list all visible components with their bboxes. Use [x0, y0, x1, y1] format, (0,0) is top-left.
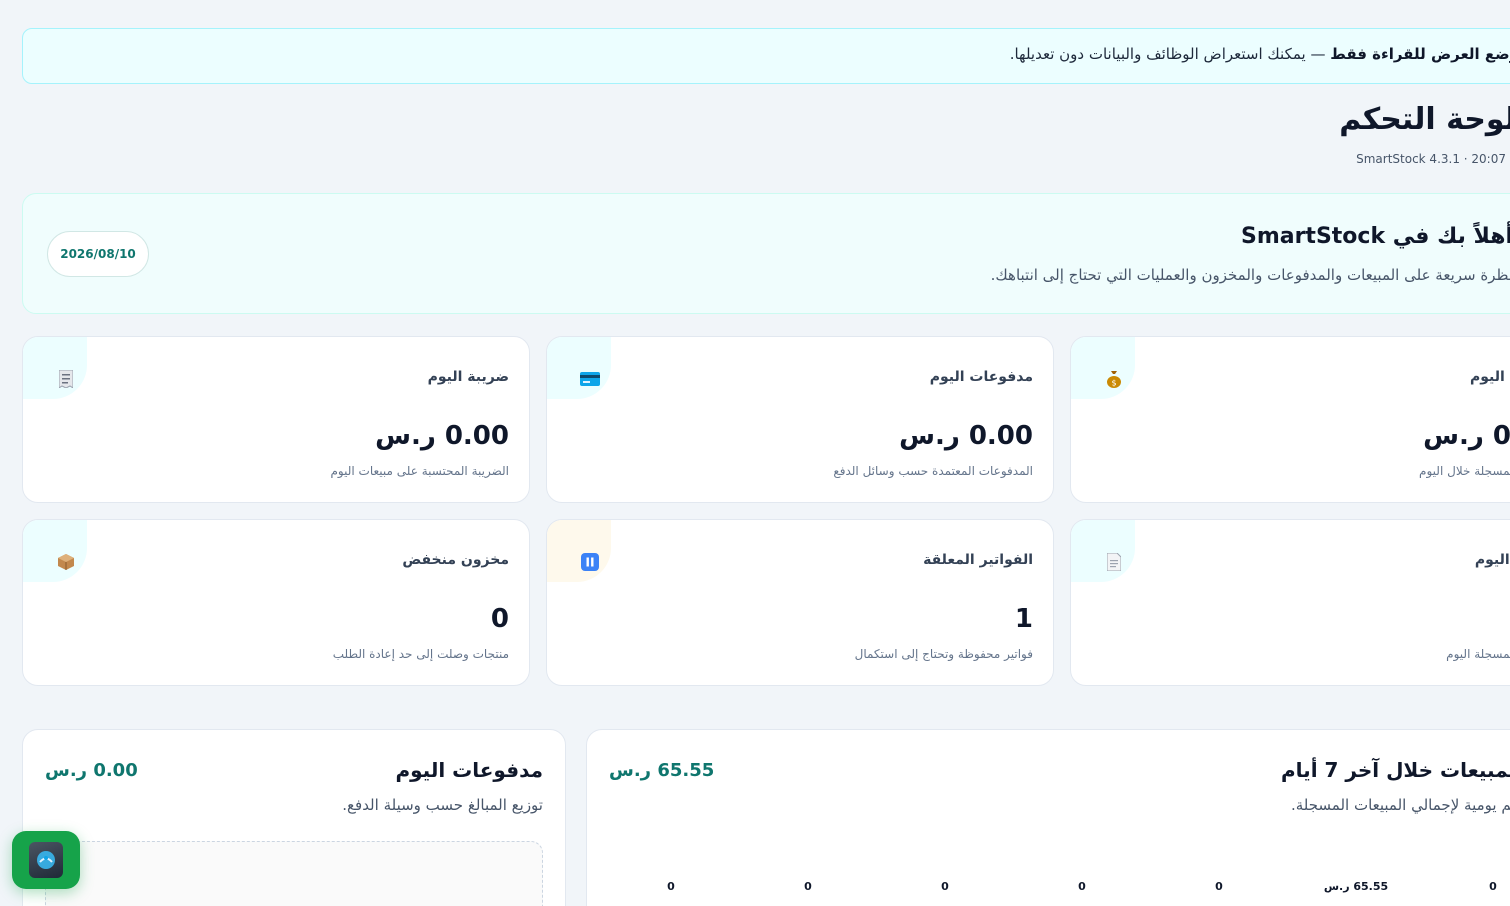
document-icon: [1093, 542, 1135, 582]
stat-label: فواتير اليوم: [1474, 552, 1510, 568]
stat-label: ضريبة اليوم: [427, 369, 509, 385]
panel-title: المبيعات خلال آخر 7 أيام: [1281, 758, 1510, 782]
chart-data-label: 0: [1078, 880, 1086, 893]
stat-label: مدفوعات اليوم: [929, 369, 1033, 385]
read-only-banner: وضع العرض للقراءة فقط — يمكنك استعراض ال…: [22, 28, 1510, 84]
panel-total: 65.55 ر.س: [609, 760, 715, 781]
welcome-card: أهلاً بك في SmartStock نظرة سريعة على ال…: [22, 193, 1510, 314]
stat-description: الضريبة المحتسبة على مبيعات اليوم: [330, 464, 509, 478]
chart-data-label: 0: [941, 880, 949, 893]
credit-card-icon: [569, 359, 611, 399]
stat-card-sales-today[interactable]: $ مبيعات اليوم 0.00 ر.س الفواتير المسجلة…: [1070, 336, 1510, 503]
stat-value: 0: [490, 604, 509, 634]
chart-data-label: 65.55 ر.س: [1323, 880, 1389, 893]
stat-description: فواتير محفوظة وتحتاج إلى استكمال: [854, 647, 1033, 661]
pause-icon: [569, 542, 611, 582]
payments-today-panel: مدفوعات اليوم توزيع المبالغ حسب وسيلة ال…: [22, 729, 566, 906]
package-icon: [45, 542, 87, 582]
svg-text:$: $: [1111, 379, 1116, 388]
stat-card-payments-today[interactable]: مدفوعات اليوم 0.00 ر.س المدفوعات المعتمد…: [546, 336, 1054, 503]
stat-description: الفواتير المسجلة خلال اليوم: [1419, 464, 1510, 478]
stat-description: منتجات وصلت إلى حد إعادة الطلب: [332, 647, 509, 661]
stat-card-invoices-today[interactable]: فواتير اليوم الفواتير المسجلة اليوم: [1070, 519, 1510, 686]
stat-value: 0.00 ر.س: [899, 421, 1033, 451]
welcome-subtitle: نظرة سريعة على المبيعات والمدفوعات والمخ…: [990, 266, 1510, 284]
stat-card-low-stock[interactable]: مخزون منخفض 0 منتجات وصلت إلى حد إعادة ا…: [22, 519, 530, 686]
sales-last-7-days-panel: المبيعات خلال آخر 7 أيام قيم يومية لإجما…: [586, 729, 1510, 906]
panel-title: مدفوعات اليوم: [395, 758, 543, 782]
date-badge: 2026/08/10: [47, 231, 149, 277]
stat-description: الفواتير المسجلة اليوم: [1446, 647, 1510, 661]
app-logo-icon: [29, 842, 63, 878]
money-bag-icon: $: [1093, 359, 1135, 399]
panel-total: 0.00 ر.س: [45, 760, 138, 781]
stat-description: المدفوعات المعتمدة حسب وسائل الدفع: [833, 464, 1033, 478]
chart-data-label: 0: [1215, 880, 1223, 893]
stat-value: 0.00 ر.س: [375, 421, 509, 451]
payments-empty-area: [45, 841, 543, 906]
panel-subtitle: قيم يومية لإجمالي المبيعات المسجلة.: [1290, 796, 1510, 814]
banner-message: يمكنك استعراض الوظائف والبيانات دون تعدي…: [1009, 45, 1306, 63]
app-version-time: SmartStock 4.3.1 · 20:07: [1356, 152, 1506, 166]
banner-mode: وضع العرض للقراءة فقط: [1330, 45, 1510, 63]
stat-card-tax-today[interactable]: ضريبة اليوم 0.00 ر.س الضريبة المحتسبة عل…: [22, 336, 530, 503]
stat-label: الفواتير المعلقة: [923, 552, 1033, 568]
page-title: لوحة التحكم: [1339, 102, 1510, 137]
welcome-title: أهلاً بك في SmartStock: [1240, 224, 1510, 249]
stat-value: 0.00 ر.س: [1423, 421, 1510, 451]
chart-data-label: 0: [1489, 880, 1497, 893]
stat-label: مبيعات اليوم: [1469, 369, 1510, 385]
chart-data-label: 0: [804, 880, 812, 893]
receipt-icon: [45, 359, 87, 399]
banner-text: وضع العرض للقراءة فقط — يمكنك استعراض ال…: [1010, 45, 1510, 63]
chart-data-label: 0: [667, 880, 675, 893]
stat-label: مخزون منخفض: [402, 552, 509, 568]
panel-subtitle: توزيع المبالغ حسب وسيلة الدفع.: [342, 796, 543, 814]
stat-value: 1: [1014, 604, 1033, 634]
stat-card-pending-invoices[interactable]: الفواتير المعلقة 1 فواتير محفوظة وتحتاج …: [546, 519, 1054, 686]
banner-separator: —: [1310, 45, 1326, 63]
assistant-button[interactable]: [12, 831, 80, 889]
